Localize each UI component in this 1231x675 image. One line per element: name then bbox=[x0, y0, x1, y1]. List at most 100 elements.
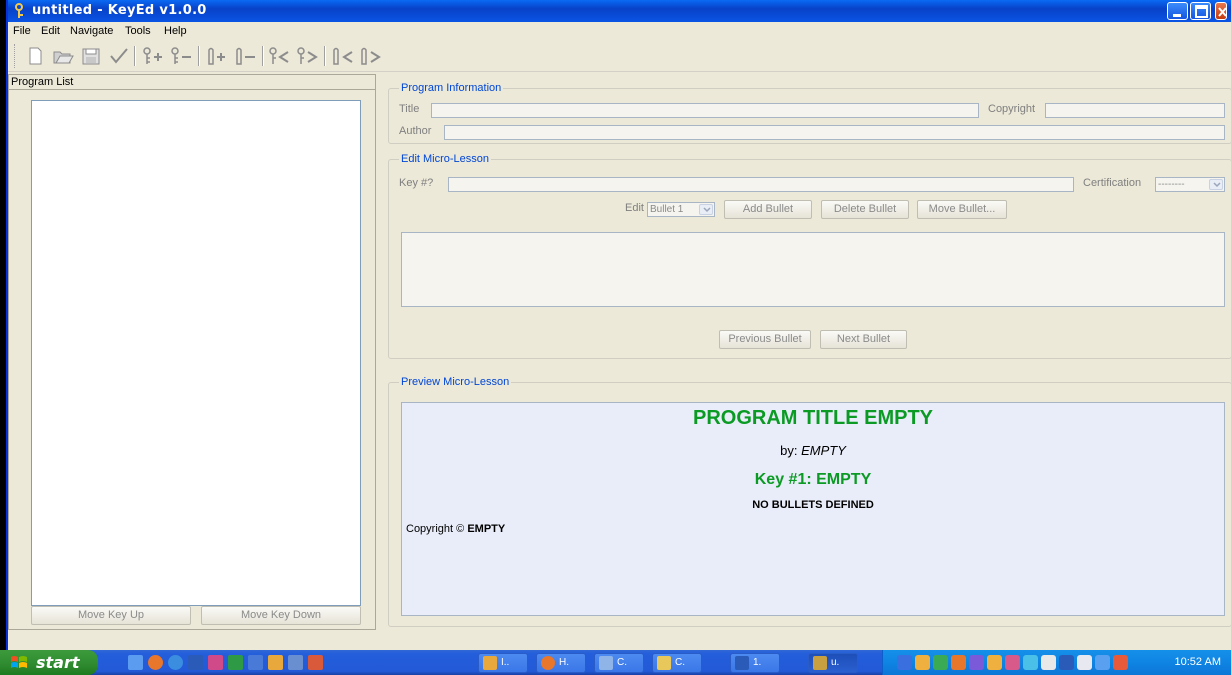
tray-icon[interactable] bbox=[1023, 655, 1038, 670]
next-bullet-button[interactable]: Next Bullet bbox=[820, 330, 907, 349]
app-icon[interactable] bbox=[308, 655, 323, 670]
previous-bullet-icon bbox=[333, 47, 353, 65]
outlook-icon[interactable] bbox=[248, 655, 263, 670]
next-key-button[interactable] bbox=[294, 44, 320, 68]
key-app-icon bbox=[14, 3, 28, 19]
move-bullet-button[interactable]: Move Bullet... bbox=[917, 200, 1007, 219]
start-button[interactable]: start bbox=[0, 650, 98, 675]
previous-bullet-button[interactable] bbox=[330, 44, 356, 68]
move-key-up-button[interactable]: Move Key Up bbox=[31, 606, 191, 625]
add-bullet-button[interactable]: Add Bullet bbox=[724, 200, 812, 219]
app-icon bbox=[483, 656, 497, 670]
preview-pane: PROGRAM TITLE EMPTY by: EMPTY Key #1: EM… bbox=[401, 402, 1225, 616]
task-button[interactable]: H. bbox=[536, 653, 586, 673]
tray-icon[interactable] bbox=[1113, 655, 1128, 670]
maximize-button[interactable] bbox=[1190, 2, 1211, 20]
remove-key-icon bbox=[171, 47, 191, 64]
tray-icon[interactable] bbox=[987, 655, 1002, 670]
new-file-button[interactable] bbox=[22, 44, 48, 68]
check-button[interactable] bbox=[106, 44, 132, 68]
add-bullet-button[interactable] bbox=[204, 44, 230, 68]
tray-icon[interactable] bbox=[1077, 655, 1092, 670]
edit-micro-lesson-legend: Edit Micro-Lesson bbox=[399, 152, 492, 166]
toolbar-separator bbox=[324, 46, 326, 66]
excel-icon[interactable] bbox=[228, 655, 243, 670]
next-bullet-icon bbox=[361, 47, 381, 65]
title-bar[interactable]: untitled - KeyEd v1.0.0 bbox=[8, 0, 1231, 22]
tray-icon[interactable] bbox=[951, 655, 966, 670]
task-button[interactable]: I.. bbox=[478, 653, 528, 673]
preview-copyright: Copyright © EMPTY bbox=[406, 523, 505, 535]
firefox-icon bbox=[541, 656, 555, 670]
open-button[interactable] bbox=[50, 44, 76, 68]
delete-bullet-button[interactable]: Delete Bullet bbox=[821, 200, 909, 219]
toolbar-grip[interactable] bbox=[14, 44, 17, 68]
save-button[interactable] bbox=[78, 44, 104, 68]
desktop: untitled - KeyEd v1.0.0 File Edit Naviga… bbox=[0, 0, 1231, 675]
app-window: untitled - KeyEd v1.0.0 File Edit Naviga… bbox=[6, 0, 1231, 650]
word-icon[interactable] bbox=[188, 655, 203, 670]
program-information-legend: Program Information bbox=[399, 81, 504, 95]
taskbar: start I.. H. C. C. 1. u. 10:52 AM bbox=[0, 650, 1231, 675]
program-list[interactable] bbox=[31, 100, 361, 606]
key-app-icon bbox=[813, 656, 827, 670]
remove-bullet-button[interactable] bbox=[232, 44, 258, 68]
remove-key-button[interactable] bbox=[168, 44, 194, 68]
tray-icon[interactable] bbox=[897, 655, 912, 670]
program-information-group: Program Information Title Copyright Auth… bbox=[388, 81, 1231, 144]
app-icon[interactable] bbox=[268, 655, 283, 670]
copyright-label: Copyright bbox=[988, 103, 1036, 115]
minimize-icon bbox=[1173, 14, 1181, 17]
menu-navigate[interactable]: Navigate bbox=[70, 24, 113, 38]
key-input[interactable] bbox=[448, 177, 1074, 192]
previous-key-icon bbox=[269, 47, 289, 64]
task-button[interactable]: 1. bbox=[730, 653, 780, 673]
move-key-down-button[interactable]: Move Key Down bbox=[201, 606, 361, 625]
preview-micro-lesson-legend: Preview Micro-Lesson bbox=[399, 375, 512, 389]
copyright-input[interactable] bbox=[1045, 103, 1225, 118]
add-key-button[interactable] bbox=[140, 44, 166, 68]
menu-file[interactable]: File bbox=[13, 24, 31, 38]
next-bullet-button[interactable] bbox=[358, 44, 384, 68]
firefox-icon[interactable] bbox=[148, 655, 163, 670]
previous-bullet-button[interactable]: Previous Bullet bbox=[719, 330, 811, 349]
task-button[interactable]: C. bbox=[594, 653, 644, 673]
task-button-active[interactable]: u. bbox=[808, 653, 858, 673]
menu-edit[interactable]: Edit bbox=[41, 24, 60, 38]
ie-icon[interactable] bbox=[168, 655, 183, 670]
previous-key-button[interactable] bbox=[266, 44, 292, 68]
close-button[interactable] bbox=[1215, 2, 1227, 20]
menu-help[interactable]: Help bbox=[164, 24, 187, 38]
task-button[interactable]: C. bbox=[652, 653, 702, 673]
windows-flag-icon bbox=[11, 656, 27, 668]
tray-icon[interactable] bbox=[915, 655, 930, 670]
author-input[interactable] bbox=[444, 125, 1225, 140]
title-input[interactable] bbox=[431, 103, 979, 118]
powerpoint-icon[interactable] bbox=[208, 655, 223, 670]
tray-icon[interactable] bbox=[969, 655, 984, 670]
tray-icon[interactable] bbox=[1059, 655, 1074, 670]
bullet-text-area[interactable] bbox=[401, 232, 1225, 307]
minimize-button[interactable] bbox=[1167, 2, 1188, 20]
certification-value: -------- bbox=[1158, 179, 1185, 190]
preview-copyright-value: EMPTY bbox=[467, 523, 506, 535]
tray-icon[interactable] bbox=[1095, 655, 1110, 670]
maximize-icon bbox=[1195, 5, 1208, 18]
edit-label: Edit bbox=[625, 202, 644, 214]
preview-author: EMPTY bbox=[801, 443, 846, 458]
tray-icon[interactable] bbox=[1005, 655, 1020, 670]
close-icon bbox=[1218, 7, 1227, 17]
dropdown-arrow[interactable] bbox=[1209, 179, 1223, 190]
dropdown-arrow[interactable] bbox=[699, 204, 713, 215]
certification-select[interactable]: -------- bbox=[1155, 177, 1225, 192]
chevron-down-icon bbox=[703, 207, 711, 213]
menu-tools[interactable]: Tools bbox=[125, 24, 151, 38]
quicklaunch-icon[interactable] bbox=[128, 655, 143, 670]
clock[interactable]: 10:52 AM bbox=[1175, 650, 1221, 675]
tray-icon[interactable] bbox=[933, 655, 948, 670]
tray-icon[interactable] bbox=[1041, 655, 1056, 670]
bullet-select[interactable]: Bullet 1 bbox=[647, 202, 715, 217]
app-icon[interactable] bbox=[288, 655, 303, 670]
save-icon bbox=[82, 48, 100, 65]
preview-by-label: by: bbox=[780, 443, 798, 458]
